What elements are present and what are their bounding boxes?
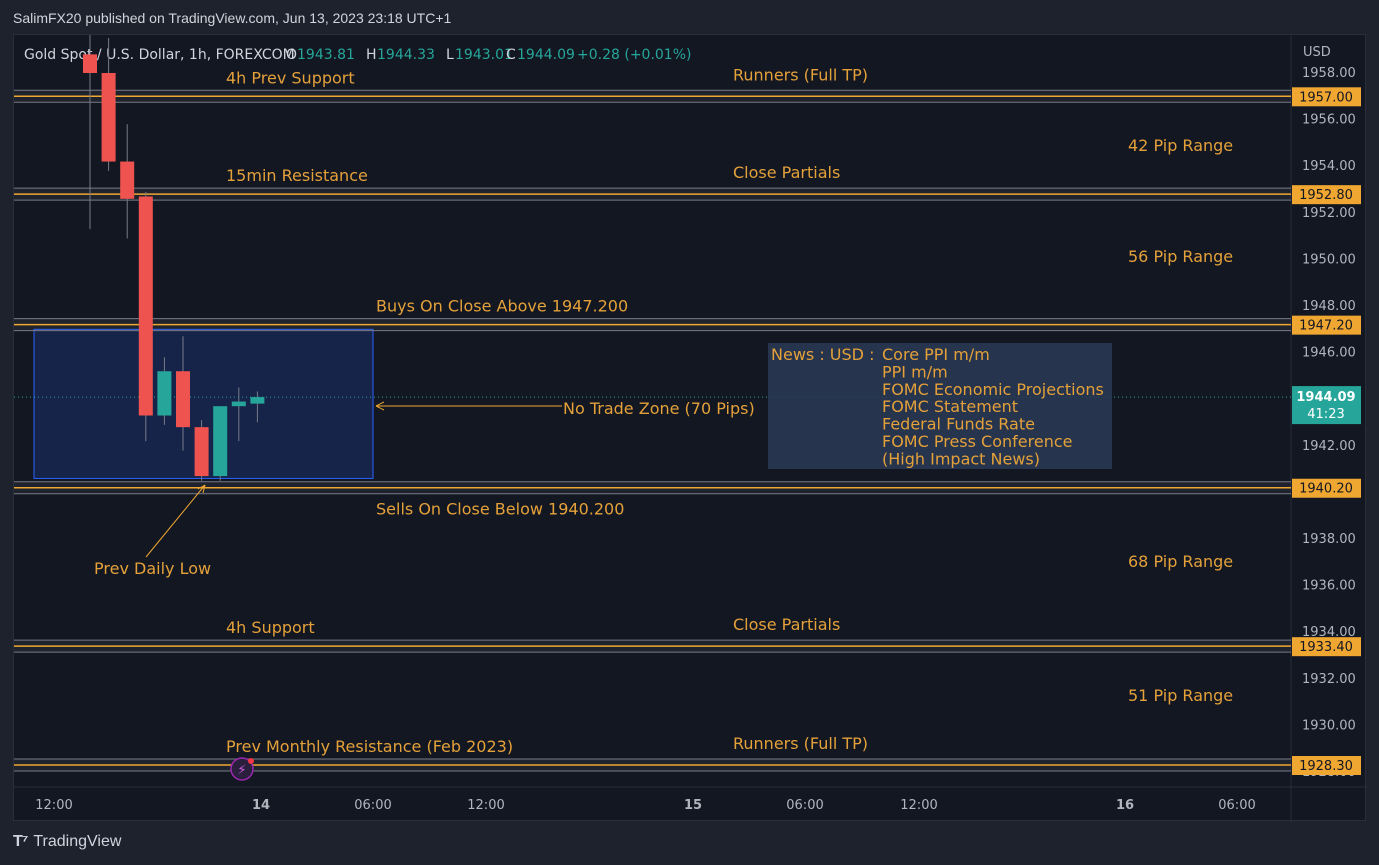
x-tick-label: 14: [252, 798, 270, 813]
level-mid-label: Close Partials: [733, 163, 840, 182]
x-tick-label: 06:00: [1218, 798, 1255, 813]
level-mid-label: Runners (Full TP): [733, 65, 868, 84]
ohlc-high: 1944.33: [377, 47, 435, 63]
level-left-label: 4h Support: [226, 618, 315, 637]
candle-body: [176, 371, 190, 428]
x-tick-label: 12:00: [467, 798, 504, 813]
level-mid-label: Close Partials: [733, 615, 840, 634]
level-price-label: 1928.30: [1299, 759, 1353, 774]
lightning-glyph-icon: ⚡: [237, 763, 246, 778]
event-dot-icon: [248, 758, 254, 764]
current-price-label: 1944.09: [1296, 390, 1355, 405]
y-tick-label: 1952.00: [1302, 206, 1356, 221]
chart-pane[interactable]: Gold Spot / U.S. Dollar, 1h, FOREXCOM O …: [13, 26, 1367, 822]
level-price-label: 1947.20: [1299, 319, 1353, 334]
news-item: FOMC Economic Projections: [882, 380, 1104, 399]
publish-info: SalimFX20 published on TradingView.com, …: [13, 10, 452, 26]
no-trade-zone-label: No Trade Zone (70 Pips): [563, 399, 755, 418]
ohlc-legend: O 1943.81 H 1944.33 L 1943.01 C 1944.09 …: [286, 47, 691, 63]
level-left-label: Buys On Close Above 1947.200: [376, 297, 628, 316]
level-left-label: 4h Prev Support: [226, 68, 355, 87]
price-chart[interactable]: Gold Spot / U.S. Dollar, 1h, FOREXCOM O …: [14, 26, 1367, 822]
range-label: 68 Pip Range: [1128, 552, 1233, 571]
candle-body: [213, 406, 228, 477]
y-tick-label: 1942.00: [1302, 439, 1356, 454]
y-tick-label: 1948.00: [1302, 299, 1356, 314]
range-label: 42 Pip Range: [1128, 136, 1233, 155]
brand-label: TradingView: [33, 833, 122, 850]
currency-label: USD: [1303, 45, 1331, 60]
prev-daily-low-label: Prev Daily Low: [94, 559, 211, 578]
x-tick-label: 15: [684, 798, 702, 813]
news-item: Core PPI m/m: [882, 345, 990, 364]
ohlc-open: 1943.81: [297, 47, 355, 63]
news-item: (High Impact News): [882, 449, 1040, 468]
level-left-label: Sells On Close Below 1940.200: [376, 500, 624, 519]
candle-body: [231, 401, 246, 407]
news-item: Federal Funds Rate: [882, 415, 1035, 434]
candle-body: [101, 73, 116, 162]
tradingview-logo-icon: T⁷: [13, 833, 28, 850]
y-tick-label: 1950.00: [1302, 252, 1356, 267]
x-tick-label: 16: [1116, 798, 1134, 813]
x-tick-label: 06:00: [786, 798, 823, 813]
y-tick-label: 1932.00: [1302, 672, 1356, 687]
y-tick-label: 1956.00: [1302, 113, 1356, 128]
y-tick-label: 1954.00: [1302, 159, 1356, 174]
candle-body: [194, 427, 209, 477]
candle-body: [120, 161, 135, 199]
ohlc-h-label: H: [366, 47, 377, 63]
candle-body: [250, 397, 265, 404]
range-label: 51 Pip Range: [1128, 686, 1233, 705]
ohlc-o-label: O: [286, 47, 297, 63]
y-tick-label: 1958.00: [1302, 66, 1356, 81]
level-price-label: 1952.80: [1299, 188, 1353, 203]
countdown-label: 41:23: [1307, 407, 1344, 422]
y-tick-label: 1930.00: [1302, 718, 1356, 733]
level-mid-label: Runners (Full TP): [733, 734, 868, 753]
news-item: FOMC Statement: [882, 397, 1018, 416]
candle-body: [138, 196, 153, 416]
y-tick-label: 1936.00: [1302, 579, 1356, 594]
x-tick-label: 06:00: [354, 798, 391, 813]
x-tick-label: 12:00: [900, 798, 937, 813]
footer-brand[interactable]: T⁷ TradingView: [13, 833, 121, 851]
ohlc-low: 1943.01: [455, 47, 513, 63]
ohlc-l-label: L: [446, 47, 454, 63]
candle-body: [157, 371, 172, 416]
news-item: PPI m/m: [882, 362, 948, 381]
ohlc-close: 1944.09: [517, 47, 575, 63]
level-left-label: Prev Monthly Resistance (Feb 2023): [226, 737, 513, 756]
y-tick-label: 1938.00: [1302, 532, 1356, 547]
level-price-label: 1957.00: [1299, 90, 1353, 105]
y-tick-label: 1946.00: [1302, 346, 1356, 361]
candle-body: [83, 54, 97, 73]
range-label: 56 Pip Range: [1128, 247, 1233, 266]
symbol-label: Gold Spot / U.S. Dollar, 1h, FOREXCOM: [24, 47, 295, 63]
level-price-label: 1933.40: [1299, 640, 1353, 655]
prev-low-arrow-line: [145, 484, 206, 558]
level-price-label: 1940.20: [1299, 482, 1353, 497]
ohlc-change: +0.28 (+0.01%): [577, 47, 691, 63]
level-left-label: 15min Resistance: [226, 166, 368, 185]
news-item: FOMC Press Conference: [882, 432, 1072, 451]
ohlc-c-label: C: [506, 47, 516, 63]
news-prefix: News : USD :: [771, 345, 874, 364]
x-tick-label: 12:00: [35, 798, 72, 813]
